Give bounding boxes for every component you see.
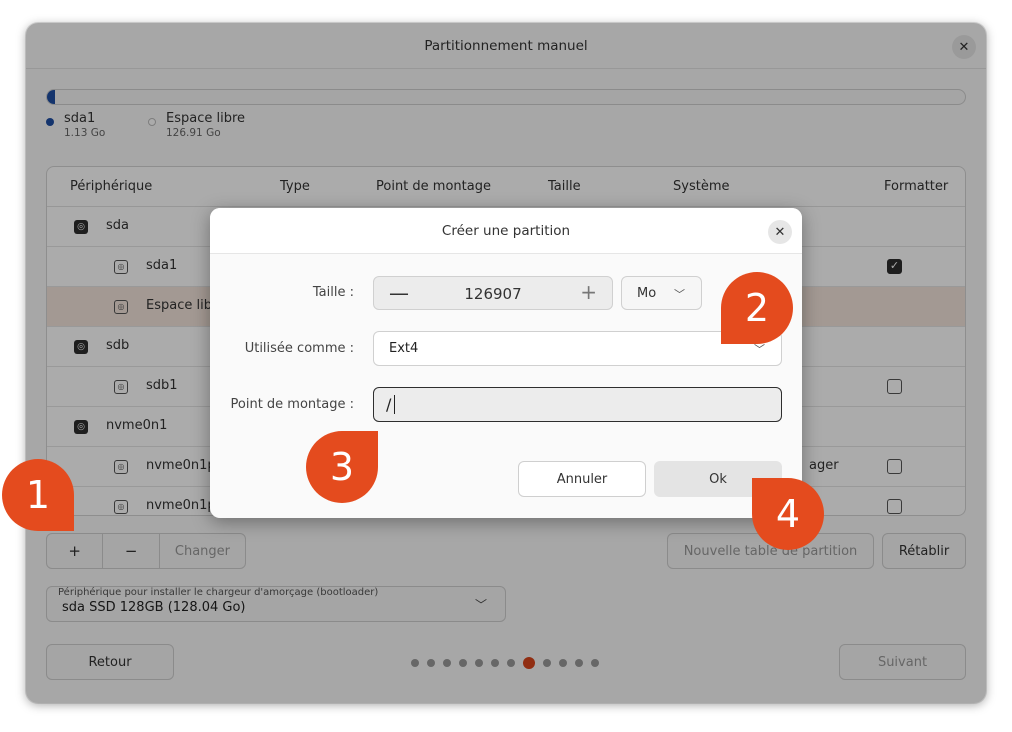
annotation-badge-1: 1 (2, 459, 74, 531)
annotation-badge-4: 4 (752, 478, 824, 550)
annotation-badge-2: 2 (721, 272, 793, 344)
dialog-close-button[interactable]: ✕ (768, 220, 792, 244)
mount-point-label: Point de montage : (230, 397, 354, 412)
unit-value: Mo (637, 285, 657, 301)
dialog-titlebar: Créer une partition ✕ (210, 208, 802, 254)
used-as-label: Utilisée comme : (244, 341, 354, 356)
plus-icon[interactable]: + (580, 280, 597, 304)
chevron-down-icon: ﹀ (674, 288, 685, 301)
dialog-title: Créer une partition (441, 222, 571, 239)
size-label: Taille : (312, 285, 354, 300)
mount-point-value: / (386, 395, 392, 414)
size-spinbutton[interactable]: — 126907 + (373, 276, 613, 310)
text-caret (394, 395, 395, 414)
filesystem-value: Ext4 (389, 341, 419, 356)
mount-point-input[interactable]: / (373, 387, 782, 422)
unit-select[interactable]: Mo ﹀ (621, 276, 702, 310)
annotation-badge-3: 3 (306, 431, 378, 503)
size-value[interactable]: 126907 (374, 285, 612, 303)
create-partition-dialog: Créer une partition ✕ Taille : — 126907 … (210, 208, 802, 518)
cancel-button[interactable]: Annuler (518, 461, 646, 497)
close-icon: ✕ (774, 224, 786, 240)
